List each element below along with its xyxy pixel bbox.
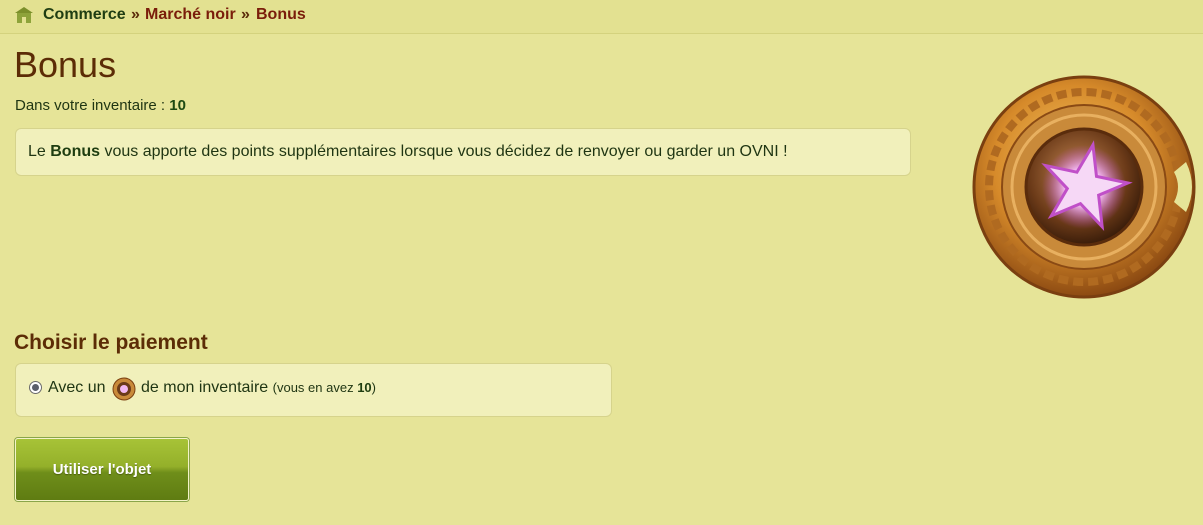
breadcrumb-marche-noir-link[interactable]: Marché noir	[145, 6, 236, 24]
description-item-name: Bonus	[50, 143, 101, 160]
inventory-line: Dans votre inventaire : 10	[15, 97, 186, 114]
item-description: Le Bonus vous apporte des points supplém…	[15, 128, 911, 176]
description-prefix: Le	[28, 143, 51, 160]
home-icon[interactable]	[15, 7, 33, 23]
payment-owned-note: (vous en avez 10)	[273, 380, 376, 395]
breadcrumb-separator: »	[241, 6, 250, 23]
payment-option-suffix: de mon inventaire	[141, 379, 269, 396]
payment-radio-button[interactable]	[29, 381, 42, 394]
breadcrumb-separator: »	[131, 6, 140, 23]
payment-option-text: de mon inventaire (vous en avez 10)	[141, 379, 376, 397]
use-item-button[interactable]: Utiliser l'objet	[15, 438, 189, 501]
payment-option[interactable]: Avec un de mon inventaire (vous en avez …	[15, 363, 612, 417]
inventory-label: Dans votre inventaire :	[15, 97, 170, 114]
page-title: Bonus	[14, 44, 117, 85]
payment-option-prefix: Avec un	[48, 379, 106, 396]
payment-note-prefix: (vous en avez	[272, 380, 358, 395]
bonus-medal-small-icon	[112, 377, 136, 401]
payment-section-title: Choisir le paiement	[14, 331, 208, 354]
payment-owned-count: 10	[357, 380, 372, 395]
breadcrumb-current-page: Bonus	[256, 6, 306, 23]
bonus-medal-icon	[972, 75, 1196, 299]
breadcrumb-commerce-link[interactable]: Commerce	[43, 6, 126, 24]
inventory-count: 10	[169, 97, 186, 114]
breadcrumb: Commerce » Marché noir » Bonus	[0, 0, 1203, 34]
payment-note-suffix: )	[371, 380, 376, 395]
description-text: vous apporte des points supplémentaires …	[100, 143, 788, 160]
